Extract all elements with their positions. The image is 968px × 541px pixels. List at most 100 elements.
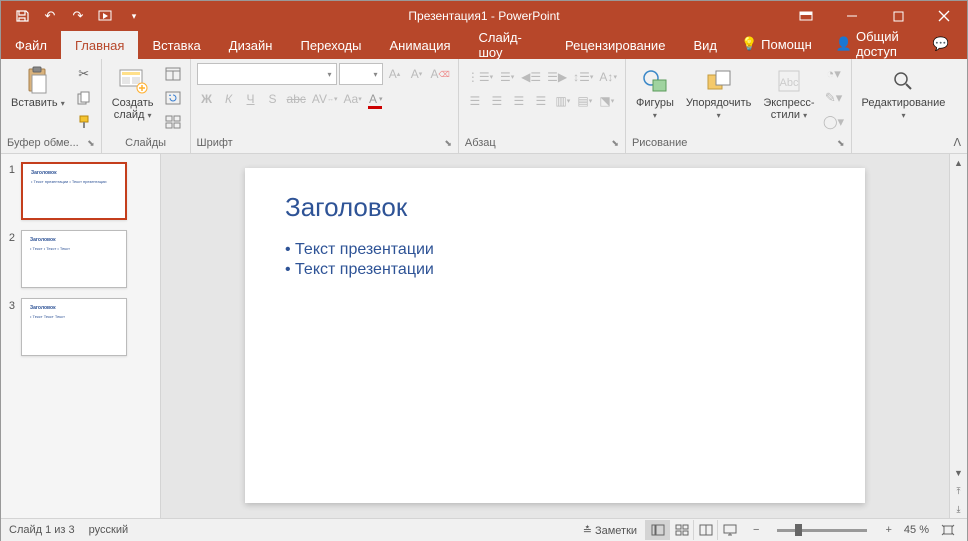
font-launcher-icon[interactable]: ⬊	[444, 138, 452, 149]
slide-title-text[interactable]: Заголовок	[285, 192, 825, 223]
clipboard-launcher-icon[interactable]: ⬊	[87, 138, 95, 149]
redo-icon[interactable]: ↷	[65, 3, 91, 29]
section-icon[interactable]	[162, 111, 184, 133]
tab-animation[interactable]: Анимация	[375, 31, 464, 59]
quick-styles-button[interactable]: Abc Экспресс- стили ▾	[759, 63, 818, 123]
group-editing: Редактирование▾	[852, 59, 956, 153]
collapse-ribbon-icon[interactable]: ᐱ	[953, 136, 961, 149]
close-icon[interactable]	[921, 1, 967, 31]
lightbulb-icon: 💡	[741, 36, 757, 52]
align-center-icon[interactable]: ☰	[487, 91, 507, 111]
align-text-icon[interactable]: ▤▾	[575, 91, 595, 111]
tab-slideshow[interactable]: Слайд-шоу	[465, 31, 552, 59]
slide-bullet-1[interactable]: Текст презентации	[285, 241, 825, 259]
slide-editor[interactable]: Заголовок Текст презентации Текст презен…	[161, 154, 949, 518]
prev-slide-icon[interactable]: ⤒	[950, 482, 967, 500]
increase-font-icon[interactable]: A▴	[385, 64, 405, 84]
next-slide-icon[interactable]: ⤓	[950, 500, 967, 518]
bullets-icon[interactable]: ⋮☰▾	[465, 67, 495, 87]
new-slide-button[interactable]: Создать слайд ▾	[108, 63, 158, 123]
increase-indent-icon[interactable]: ☰▶	[545, 67, 569, 87]
share-label: Общий доступ	[856, 29, 909, 59]
vertical-scrollbar[interactable]: ▲ ▼ ⤒ ⤓	[949, 154, 967, 518]
tab-transitions[interactable]: Переходы	[286, 31, 375, 59]
tell-me-help[interactable]: 💡Помощн	[731, 36, 822, 52]
fit-to-window-icon[interactable]	[937, 524, 959, 536]
notes-button[interactable]: ≛ Заметки	[583, 524, 637, 537]
slideshow-view-icon[interactable]	[717, 520, 741, 540]
paste-button[interactable]: Вставить ▾	[7, 63, 69, 111]
shape-outline-icon[interactable]: ✎▾	[823, 87, 845, 109]
share-button[interactable]: 👤Общий доступ	[826, 29, 919, 59]
shape-effects-icon[interactable]: ◯▾	[823, 111, 845, 133]
clear-formatting-icon[interactable]: A⌫	[429, 64, 452, 84]
smartart-icon[interactable]: ⬔▾	[597, 91, 617, 111]
bold-button[interactable]: Ж	[197, 89, 217, 109]
paragraph-launcher-icon[interactable]: ⬊	[611, 138, 619, 149]
slide-counter[interactable]: Слайд 1 из 3	[9, 524, 75, 536]
drawing-launcher-icon[interactable]: ⬊	[837, 138, 845, 149]
shape-fill-icon[interactable]: ◔▾	[823, 63, 845, 85]
tab-design[interactable]: Дизайн	[215, 31, 287, 59]
copy-icon[interactable]	[73, 87, 95, 109]
tab-home[interactable]: Главная	[61, 31, 138, 59]
main-area: 1Заголовок• Текст презентации • Текст пр…	[1, 154, 967, 518]
line-spacing-icon[interactable]: ↕☰▾	[571, 67, 595, 87]
slide-canvas[interactable]: Заголовок Текст презентации Текст презен…	[245, 168, 865, 503]
scroll-down-icon[interactable]: ▼	[950, 464, 967, 482]
slide-sorter-view-icon[interactable]	[669, 520, 693, 540]
comments-icon[interactable]: 💬	[923, 36, 959, 52]
italic-button[interactable]: К	[219, 89, 239, 109]
underline-button[interactable]: Ч	[241, 89, 261, 109]
qat-customize-icon[interactable]: ▾	[121, 3, 147, 29]
minimize-icon[interactable]	[829, 1, 875, 31]
start-from-beginning-icon[interactable]	[93, 3, 119, 29]
normal-view-icon[interactable]	[645, 520, 669, 540]
group-paragraph: ⋮☰▾ ☰▾ ◀☰ ☰▶ ↕☰▾ A↕▾ ☰ ☰ ☰ ☰ ▥▾ ▤▾ ⬔▾ Аб…	[459, 59, 626, 153]
decrease-font-icon[interactable]: A▾	[407, 64, 427, 84]
language-indicator[interactable]: русский	[89, 524, 128, 536]
text-direction-icon[interactable]: A↕▾	[597, 67, 619, 87]
zoom-level[interactable]: 45 %	[904, 524, 929, 536]
tab-insert[interactable]: Вставка	[138, 31, 214, 59]
quick-styles-icon: Abc	[773, 65, 805, 97]
text-shadow-button[interactable]: S	[263, 89, 283, 109]
scroll-up-icon[interactable]: ▲	[950, 154, 967, 172]
group-drawing: Фигуры▾ Упорядочить▾ Abc Экспресс- стили…	[626, 59, 852, 153]
columns-icon[interactable]: ▥▾	[553, 91, 573, 111]
layout-icon[interactable]	[162, 63, 184, 85]
undo-icon[interactable]: ↶	[37, 3, 63, 29]
save-icon[interactable]	[9, 3, 35, 29]
strikethrough-button[interactable]: abc	[285, 89, 308, 109]
tab-review[interactable]: Рецензирование	[551, 31, 679, 59]
zoom-slider[interactable]	[777, 529, 867, 532]
tab-view[interactable]: Вид	[679, 31, 731, 59]
align-left-icon[interactable]: ☰	[465, 91, 485, 111]
numbering-icon[interactable]: ☰▾	[497, 67, 517, 87]
arrange-button[interactable]: Упорядочить▾	[682, 63, 755, 123]
reading-view-icon[interactable]	[693, 520, 717, 540]
zoom-out-button[interactable]: −	[749, 524, 763, 536]
editing-button[interactable]: Редактирование▾	[858, 63, 950, 123]
align-right-icon[interactable]: ☰	[509, 91, 529, 111]
zoom-slider-thumb[interactable]	[795, 524, 802, 536]
font-family-combo[interactable]: ▾	[197, 63, 337, 85]
slide-bullet-2[interactable]: Текст презентации	[285, 261, 825, 279]
format-painter-icon[interactable]	[73, 111, 95, 133]
justify-icon[interactable]: ☰	[531, 91, 551, 111]
maximize-icon[interactable]	[875, 1, 921, 31]
reset-icon[interactable]	[162, 87, 184, 109]
font-color-button[interactable]: A▾	[366, 89, 386, 109]
decrease-indent-icon[interactable]: ◀☰	[519, 67, 543, 87]
char-spacing-button[interactable]: AV↔▾	[310, 89, 340, 109]
shapes-button[interactable]: Фигуры▾	[632, 63, 678, 123]
change-case-button[interactable]: Aa▾	[342, 89, 364, 109]
ribbon-display-icon[interactable]	[783, 1, 829, 31]
zoom-in-button[interactable]: +	[881, 524, 895, 536]
cut-icon[interactable]: ✂	[73, 63, 95, 85]
slide-thumbnail[interactable]: Заголовок• Текст презентации • Текст пре…	[21, 162, 127, 220]
tab-file[interactable]: Файл	[1, 31, 61, 59]
slide-thumbnail[interactable]: Заголовок• Текст Текст Текст	[21, 298, 127, 356]
slide-thumbnail[interactable]: Заголовок• Текст • Текст • Текст	[21, 230, 127, 288]
font-size-combo[interactable]: ▾	[339, 63, 383, 85]
